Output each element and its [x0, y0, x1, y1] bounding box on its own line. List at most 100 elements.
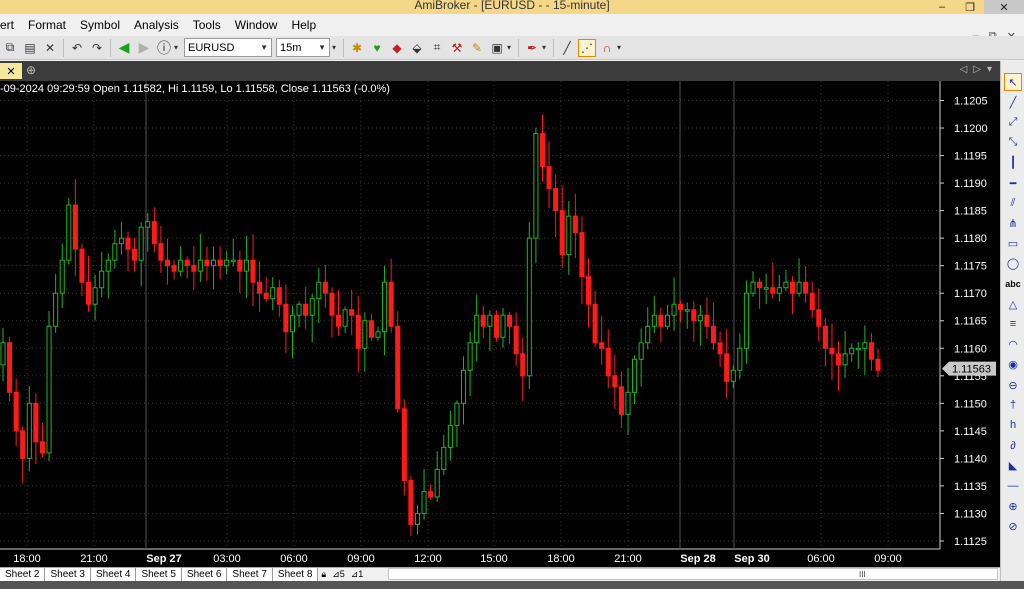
andrews-pitchfork-icon[interactable]: ⋔ [1004, 214, 1022, 232]
sheet-control-5[interactable]: ⊿5 [329, 569, 348, 580]
menu-window[interactable]: Window [228, 14, 285, 36]
menu-symbol[interactable]: Symbol [73, 14, 127, 36]
sheet-tab[interactable]: Sheet 6 [181, 568, 228, 581]
candle-body [638, 342, 644, 360]
chart-wizard-icon[interactable]: ✱ [348, 39, 366, 57]
paste-icon[interactable]: ▤ [21, 39, 39, 57]
parallel-lines-icon[interactable]: ⫽ [1004, 194, 1022, 212]
horizontal-line-icon[interactable]: ━ [1004, 174, 1022, 192]
line-tool-icon[interactable]: ╱ [1004, 93, 1022, 111]
ellipse-icon[interactable]: ◯ [1004, 255, 1022, 273]
back-icon[interactable]: ◀ [115, 39, 133, 57]
dotted-line-icon[interactable]: ⋰ [578, 38, 596, 57]
tag-icon[interactable]: ◆ [388, 39, 406, 57]
new-tab-icon[interactable]: ⊕ [26, 63, 36, 77]
candlestick-chart[interactable]: 1.1125 1.1130 1.1135 1.1140 1.1145 1.1150 1.11… [0, 81, 1000, 567]
channel-icon[interactable]: ⊕ [1004, 497, 1022, 515]
candle-body [809, 292, 815, 311]
candle-body [276, 287, 282, 305]
candle-body [283, 303, 289, 333]
candle-body [697, 314, 703, 322]
x-tick-label: 06:00 [280, 553, 308, 565]
candle-body [388, 281, 394, 327]
copy-icon[interactable]: ⧉ [1, 39, 19, 57]
document-tab-close-icon[interactable]: ✕ [0, 63, 22, 79]
text-tool-icon[interactable]: abc [1004, 275, 1022, 293]
arc-icon[interactable]: ◠ [1004, 336, 1022, 354]
note-icon[interactable]: † [1004, 396, 1022, 414]
window-controls: – ❐ ✕ [928, 0, 1024, 14]
candle-body [164, 259, 171, 267]
pattern-icon[interactable]: ⌗ [428, 39, 446, 57]
scroll-thumb[interactable]: III [859, 570, 866, 579]
maximize-button[interactable]: ❐ [956, 0, 984, 14]
menu-analysis[interactable]: Analysis [127, 14, 186, 36]
candle-body [460, 369, 467, 404]
lock-icon[interactable]: 🔒︎ [318, 569, 329, 580]
sheet-control-1[interactable]: ⊿1 [348, 569, 367, 580]
tab-next-icon[interactable]: ▷ [973, 64, 981, 75]
pen-icon[interactable]: h [1004, 416, 1022, 434]
magnet-icon[interactable]: ∩ [598, 39, 616, 57]
menu-tools[interactable]: Tools [186, 14, 228, 36]
fibonacci-icon[interactable]: ≡ [1004, 315, 1022, 333]
candle-body [526, 237, 532, 377]
interval-select[interactable]: 15m ▼ [276, 38, 330, 57]
close-button[interactable]: ✕ [984, 0, 1024, 14]
candle-body [875, 358, 881, 371]
tile-icon[interactable]: ⬙ [408, 39, 426, 57]
tab-list-icon[interactable]: ▾ [987, 64, 992, 75]
linear-reg-icon[interactable]: ⊘ [1004, 517, 1022, 535]
toolbar-dropdown-icon[interactable]: ▾ [507, 43, 515, 52]
magic-wand-icon[interactable]: ✎ [468, 39, 486, 57]
candle-body [651, 314, 657, 327]
menu-insert[interactable]: ert [0, 14, 21, 36]
toolbar-dropdown-icon[interactable]: ▾ [332, 43, 340, 52]
toolbar-dropdown-icon[interactable]: ▾ [174, 43, 182, 52]
eraser-icon[interactable]: ◣ [1004, 457, 1022, 475]
extended-line-icon[interactable]: ⤡ [1004, 134, 1022, 152]
tab-prev-icon[interactable]: ◁ [960, 64, 968, 75]
heart-icon[interactable]: ♥ [368, 39, 386, 57]
candle-body [599, 342, 605, 349]
cycle-icon[interactable]: ◉ [1004, 356, 1022, 374]
sheet-tab[interactable]: Sheet 4 [90, 568, 137, 581]
toolbar-dropdown-icon[interactable]: ▾ [617, 43, 625, 52]
sheet-tab[interactable]: Sheet 7 [227, 568, 273, 581]
sheet-tab[interactable]: Sheet 5 [136, 568, 182, 581]
redo-icon[interactable]: ↷ [88, 39, 106, 57]
sheet-tab[interactable]: Sheet 8 [272, 568, 319, 581]
menu-help[interactable]: Help [284, 14, 323, 36]
candle-body [303, 303, 309, 316]
candle-body [592, 303, 598, 344]
thick-line-icon[interactable]: ╱ [558, 39, 576, 57]
triangle-icon[interactable]: △ [1004, 295, 1022, 313]
marker-icon[interactable]: ∂ [1004, 437, 1022, 455]
forward-icon[interactable]: ▶ [135, 39, 153, 57]
sheet-tab[interactable]: Sheet 2 [0, 568, 46, 581]
menu-format[interactable]: Format [21, 14, 73, 36]
horizontal-scrollbar[interactable]: III [388, 568, 998, 580]
toolbar-dropdown-icon[interactable]: ▾ [542, 43, 550, 52]
candle-body [368, 320, 374, 338]
sheet-tab[interactable]: Sheet 3 [45, 568, 91, 581]
hline-icon[interactable]: — [1004, 477, 1022, 495]
candle-body [441, 446, 447, 470]
rectangle-icon[interactable]: ▭ [1004, 235, 1022, 253]
price-chart[interactable]: 1.1125 1.1130 1.1135 1.1140 1.1145 1.1150 1.11… [0, 81, 1000, 567]
undo-icon[interactable]: ↶ [68, 39, 86, 57]
info-icon[interactable]: ⓘ [155, 39, 173, 57]
vertical-line-icon[interactable]: ┃ [1004, 154, 1022, 172]
line-color-icon[interactable]: ✒ [523, 39, 541, 57]
symbol-select[interactable]: EURUSD ▼ [184, 38, 272, 57]
candle-body [447, 424, 453, 448]
toolbar-separator [553, 38, 554, 57]
print-icon[interactable]: ▣ [488, 39, 506, 57]
cut-icon[interactable]: ✕ [41, 39, 59, 57]
y-tick-label: 1.1195 [954, 151, 987, 163]
select-arrow-icon[interactable]: ↖ [1004, 73, 1022, 91]
minimize-button[interactable]: – [928, 0, 956, 14]
ray-tool-icon[interactable]: ⤢ [1004, 113, 1022, 131]
hammer-icon[interactable]: ⚒ [448, 39, 466, 57]
time-zone-icon[interactable]: ⊖ [1004, 376, 1022, 394]
